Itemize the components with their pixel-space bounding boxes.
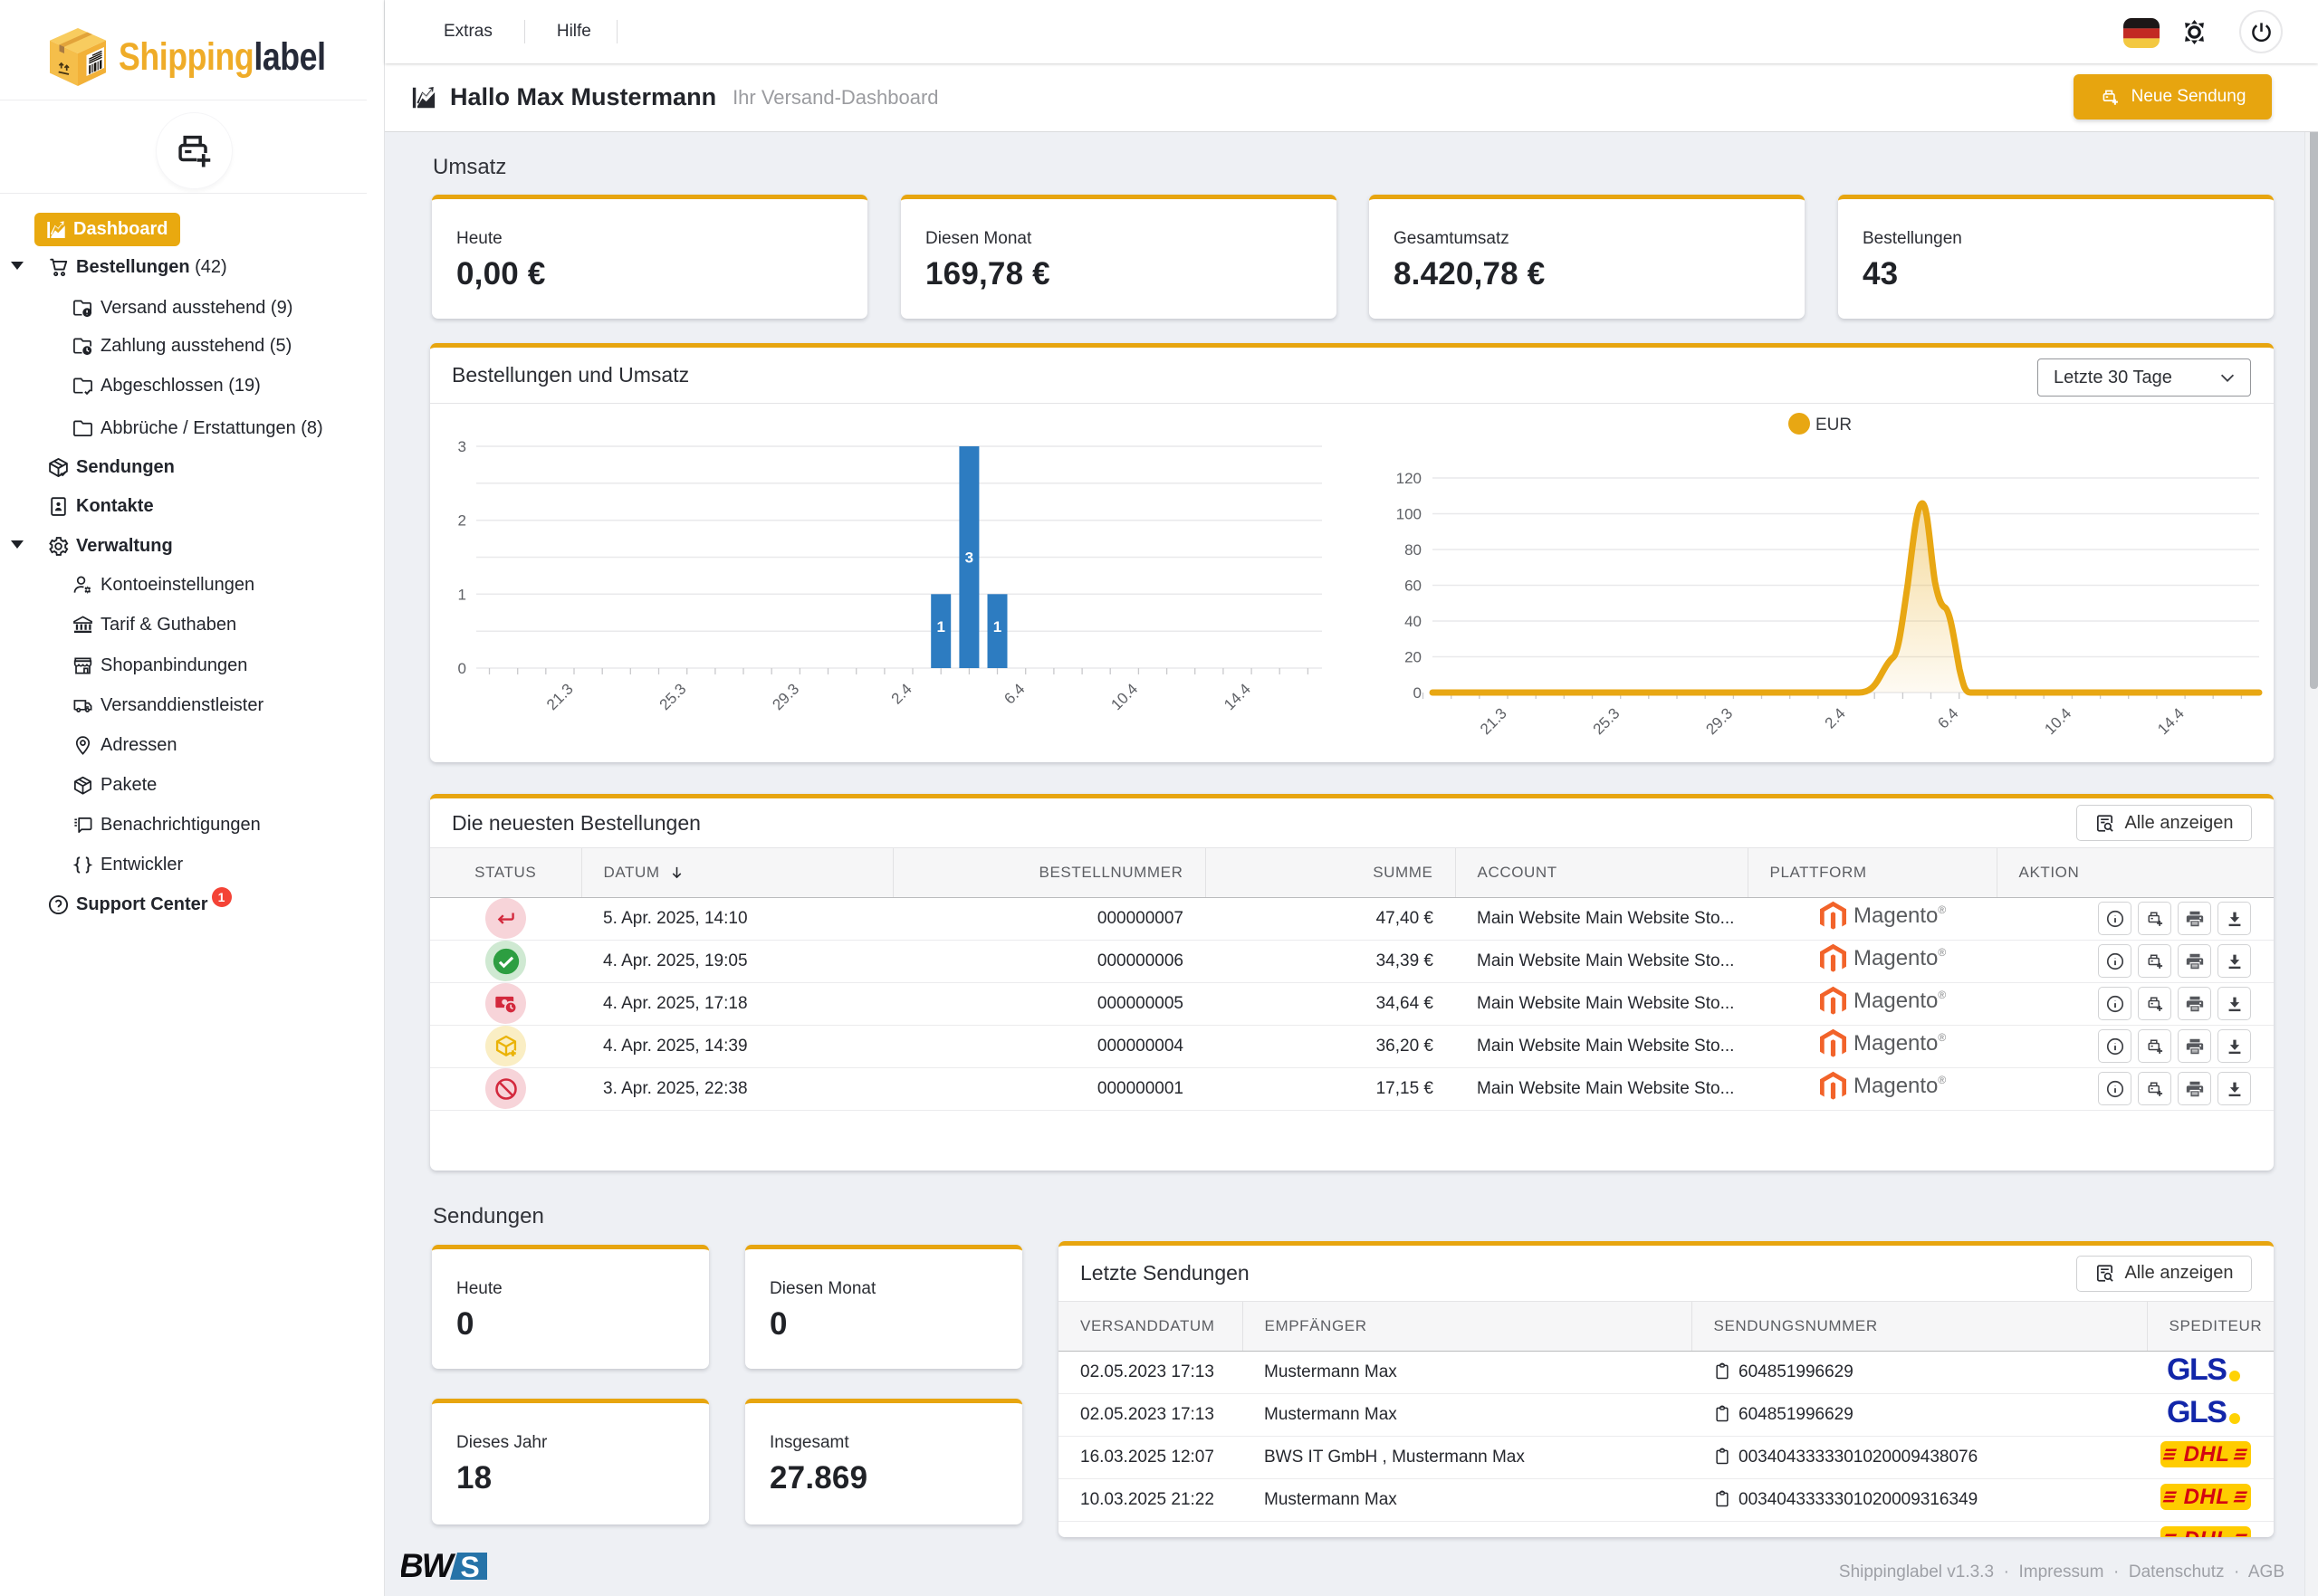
svg-text:1: 1 bbox=[458, 586, 466, 603]
svg-text:GLS: GLS bbox=[2167, 1396, 2227, 1429]
svg-text:2.4: 2.4 bbox=[1822, 704, 1849, 731]
svg-text:14.4: 14.4 bbox=[1221, 680, 1254, 713]
svg-text:25.3: 25.3 bbox=[1590, 704, 1624, 738]
svg-text:14.4: 14.4 bbox=[2154, 704, 2188, 738]
svg-text:21.3: 21.3 bbox=[1477, 704, 1510, 738]
svg-text:10.4: 10.4 bbox=[2041, 704, 2074, 738]
svg-text:6.4: 6.4 bbox=[1934, 704, 1961, 731]
svg-text:25.3: 25.3 bbox=[656, 680, 690, 713]
svg-text:40: 40 bbox=[1404, 613, 1422, 630]
svg-text:100: 100 bbox=[1396, 506, 1422, 523]
svg-text:3: 3 bbox=[965, 550, 973, 567]
svg-text:DHL: DHL bbox=[2184, 1485, 2230, 1509]
svg-text:2.4: 2.4 bbox=[888, 680, 915, 707]
svg-text:10.4: 10.4 bbox=[1107, 680, 1141, 713]
svg-text:2: 2 bbox=[458, 512, 466, 530]
svg-text:6.4: 6.4 bbox=[1001, 680, 1028, 707]
svg-text:1: 1 bbox=[993, 618, 1001, 636]
svg-text:BW: BW bbox=[401, 1553, 456, 1580]
svg-text:60: 60 bbox=[1404, 578, 1422, 595]
svg-text:GLS: GLS bbox=[2167, 1353, 2227, 1386]
svg-text:EUR: EUR bbox=[1815, 416, 1852, 435]
svg-text:0: 0 bbox=[1413, 684, 1422, 702]
svg-text:S: S bbox=[460, 1553, 479, 1580]
svg-text:DHL: DHL bbox=[2184, 1442, 2230, 1467]
svg-text:29.3: 29.3 bbox=[769, 680, 802, 713]
svg-text:21.3: 21.3 bbox=[543, 680, 577, 713]
svg-text:0: 0 bbox=[458, 660, 466, 677]
svg-text:1: 1 bbox=[936, 618, 944, 636]
svg-text:3: 3 bbox=[458, 438, 466, 455]
svg-text:DHL: DHL bbox=[2184, 1527, 2230, 1537]
svg-text:80: 80 bbox=[1404, 541, 1422, 559]
svg-text:20: 20 bbox=[1404, 649, 1422, 666]
svg-text:120: 120 bbox=[1396, 470, 1422, 487]
svg-text:29.3: 29.3 bbox=[1702, 704, 1736, 738]
